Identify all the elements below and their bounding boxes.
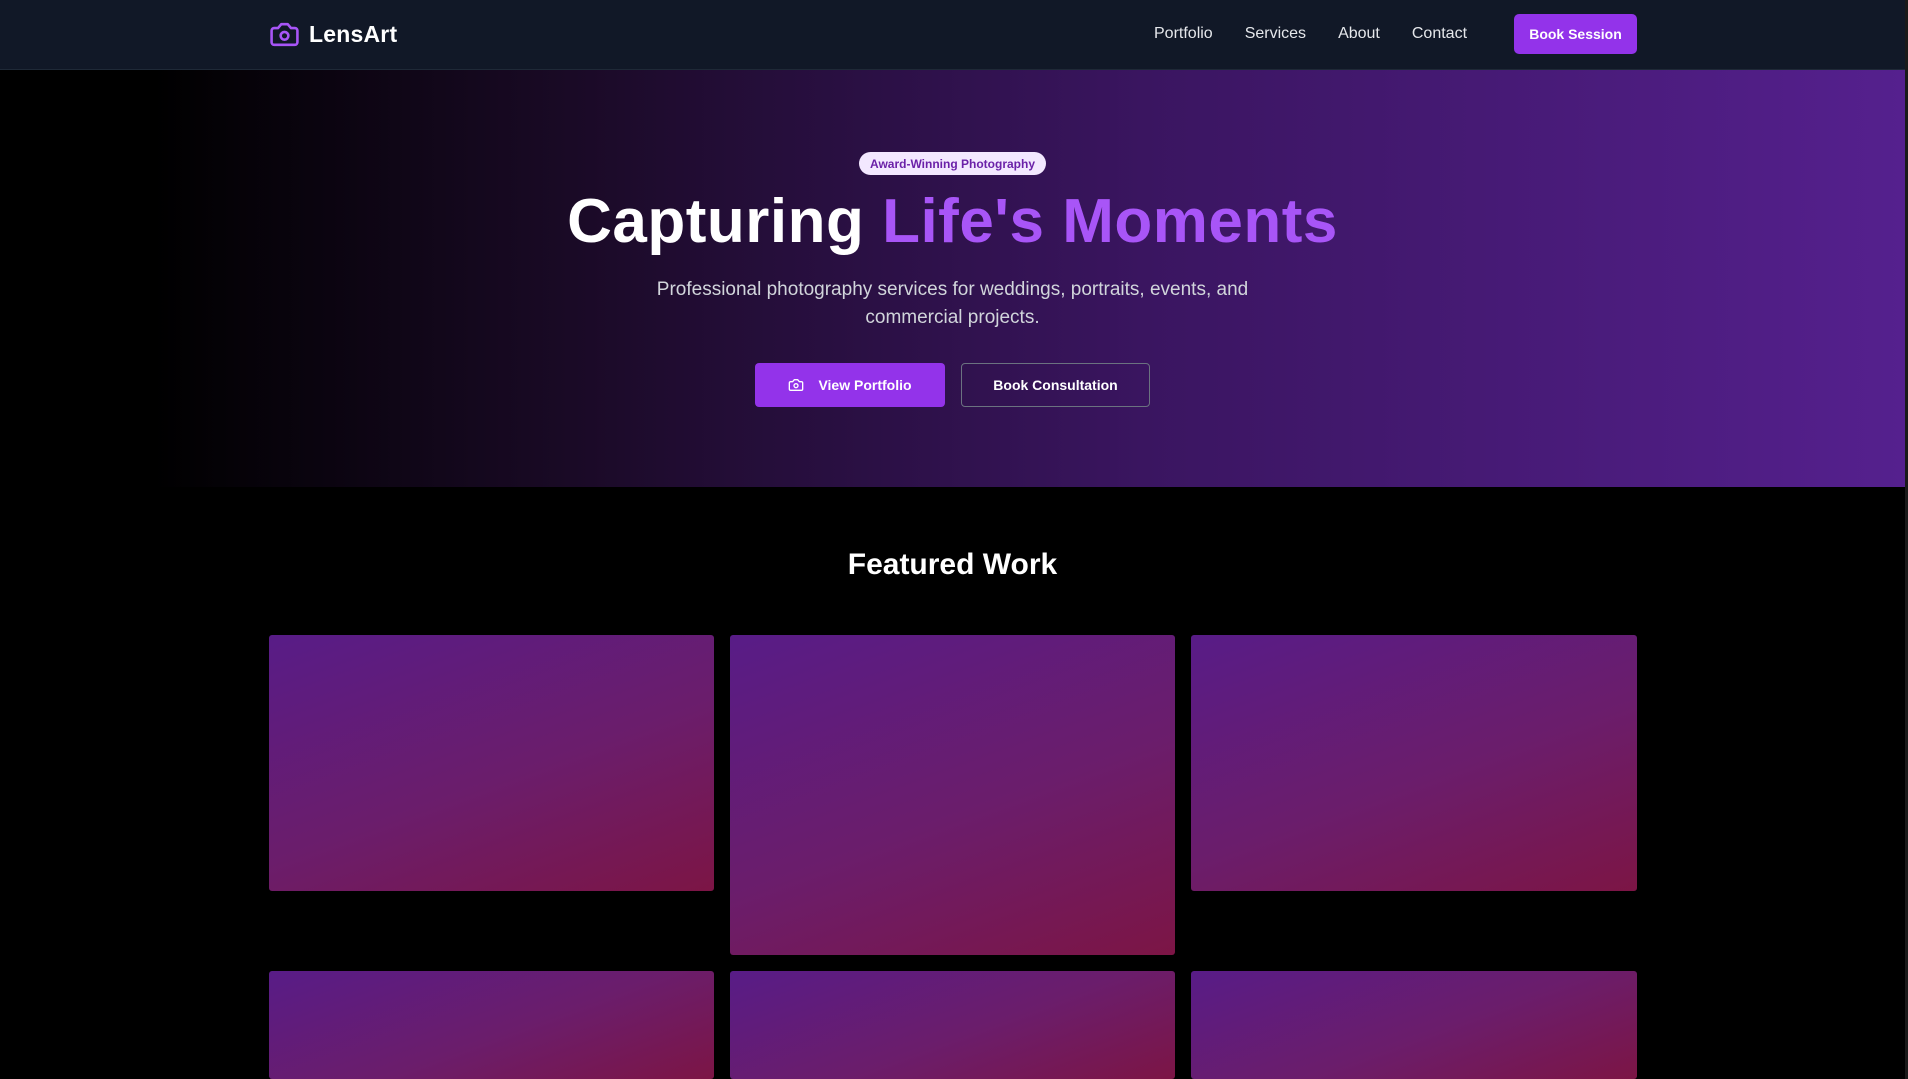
brand-logo[interactable]: LensArt <box>269 19 397 50</box>
view-portfolio-label: View Portfolio <box>818 377 912 393</box>
camera-icon <box>789 379 804 391</box>
nav-link-contact[interactable]: Contact <box>1412 25 1467 43</box>
portfolio-tile[interactable] <box>730 971 1175 1079</box>
portfolio-tile[interactable] <box>269 635 714 891</box>
portfolio-tile[interactable] <box>1191 635 1637 891</box>
featured-work-title: Featured Work <box>847 548 1058 581</box>
hero-subtitle: Professional photography services for we… <box>0 276 1905 332</box>
nav-link-portfolio[interactable]: Portfolio <box>1154 25 1213 43</box>
nav-link-services[interactable]: Services <box>1245 25 1306 43</box>
portfolio-tile[interactable] <box>730 635 1175 955</box>
book-session-button[interactable]: Book Session <box>1514 14 1637 54</box>
portfolio-tile[interactable] <box>1191 971 1637 1079</box>
portfolio-tile[interactable] <box>269 971 714 1079</box>
hero-title-accent: Life's Moments <box>882 187 1338 256</box>
award-badge: Award-Winning Photography <box>859 152 1046 175</box>
hero-title: Capturing Life's Moments <box>0 182 1905 262</box>
nav-link-about[interactable]: About <box>1338 25 1380 43</box>
hero-subtitle-line-1: Professional photography services for we… <box>656 279 1249 300</box>
top-navbar: LensArt Portfolio Services About Contact… <box>0 0 1905 70</box>
book-consultation-button[interactable]: Book Consultation <box>961 363 1150 407</box>
brand-name: LensArt <box>309 21 398 47</box>
camera-icon <box>270 22 299 47</box>
main-nav: Portfolio Services About Contact <box>1154 0 1467 67</box>
hero-subtitle-line-2: commercial projects. <box>865 307 1040 328</box>
view-portfolio-button[interactable]: View Portfolio <box>755 363 945 407</box>
hero-title-plain: Capturing <box>567 187 883 256</box>
